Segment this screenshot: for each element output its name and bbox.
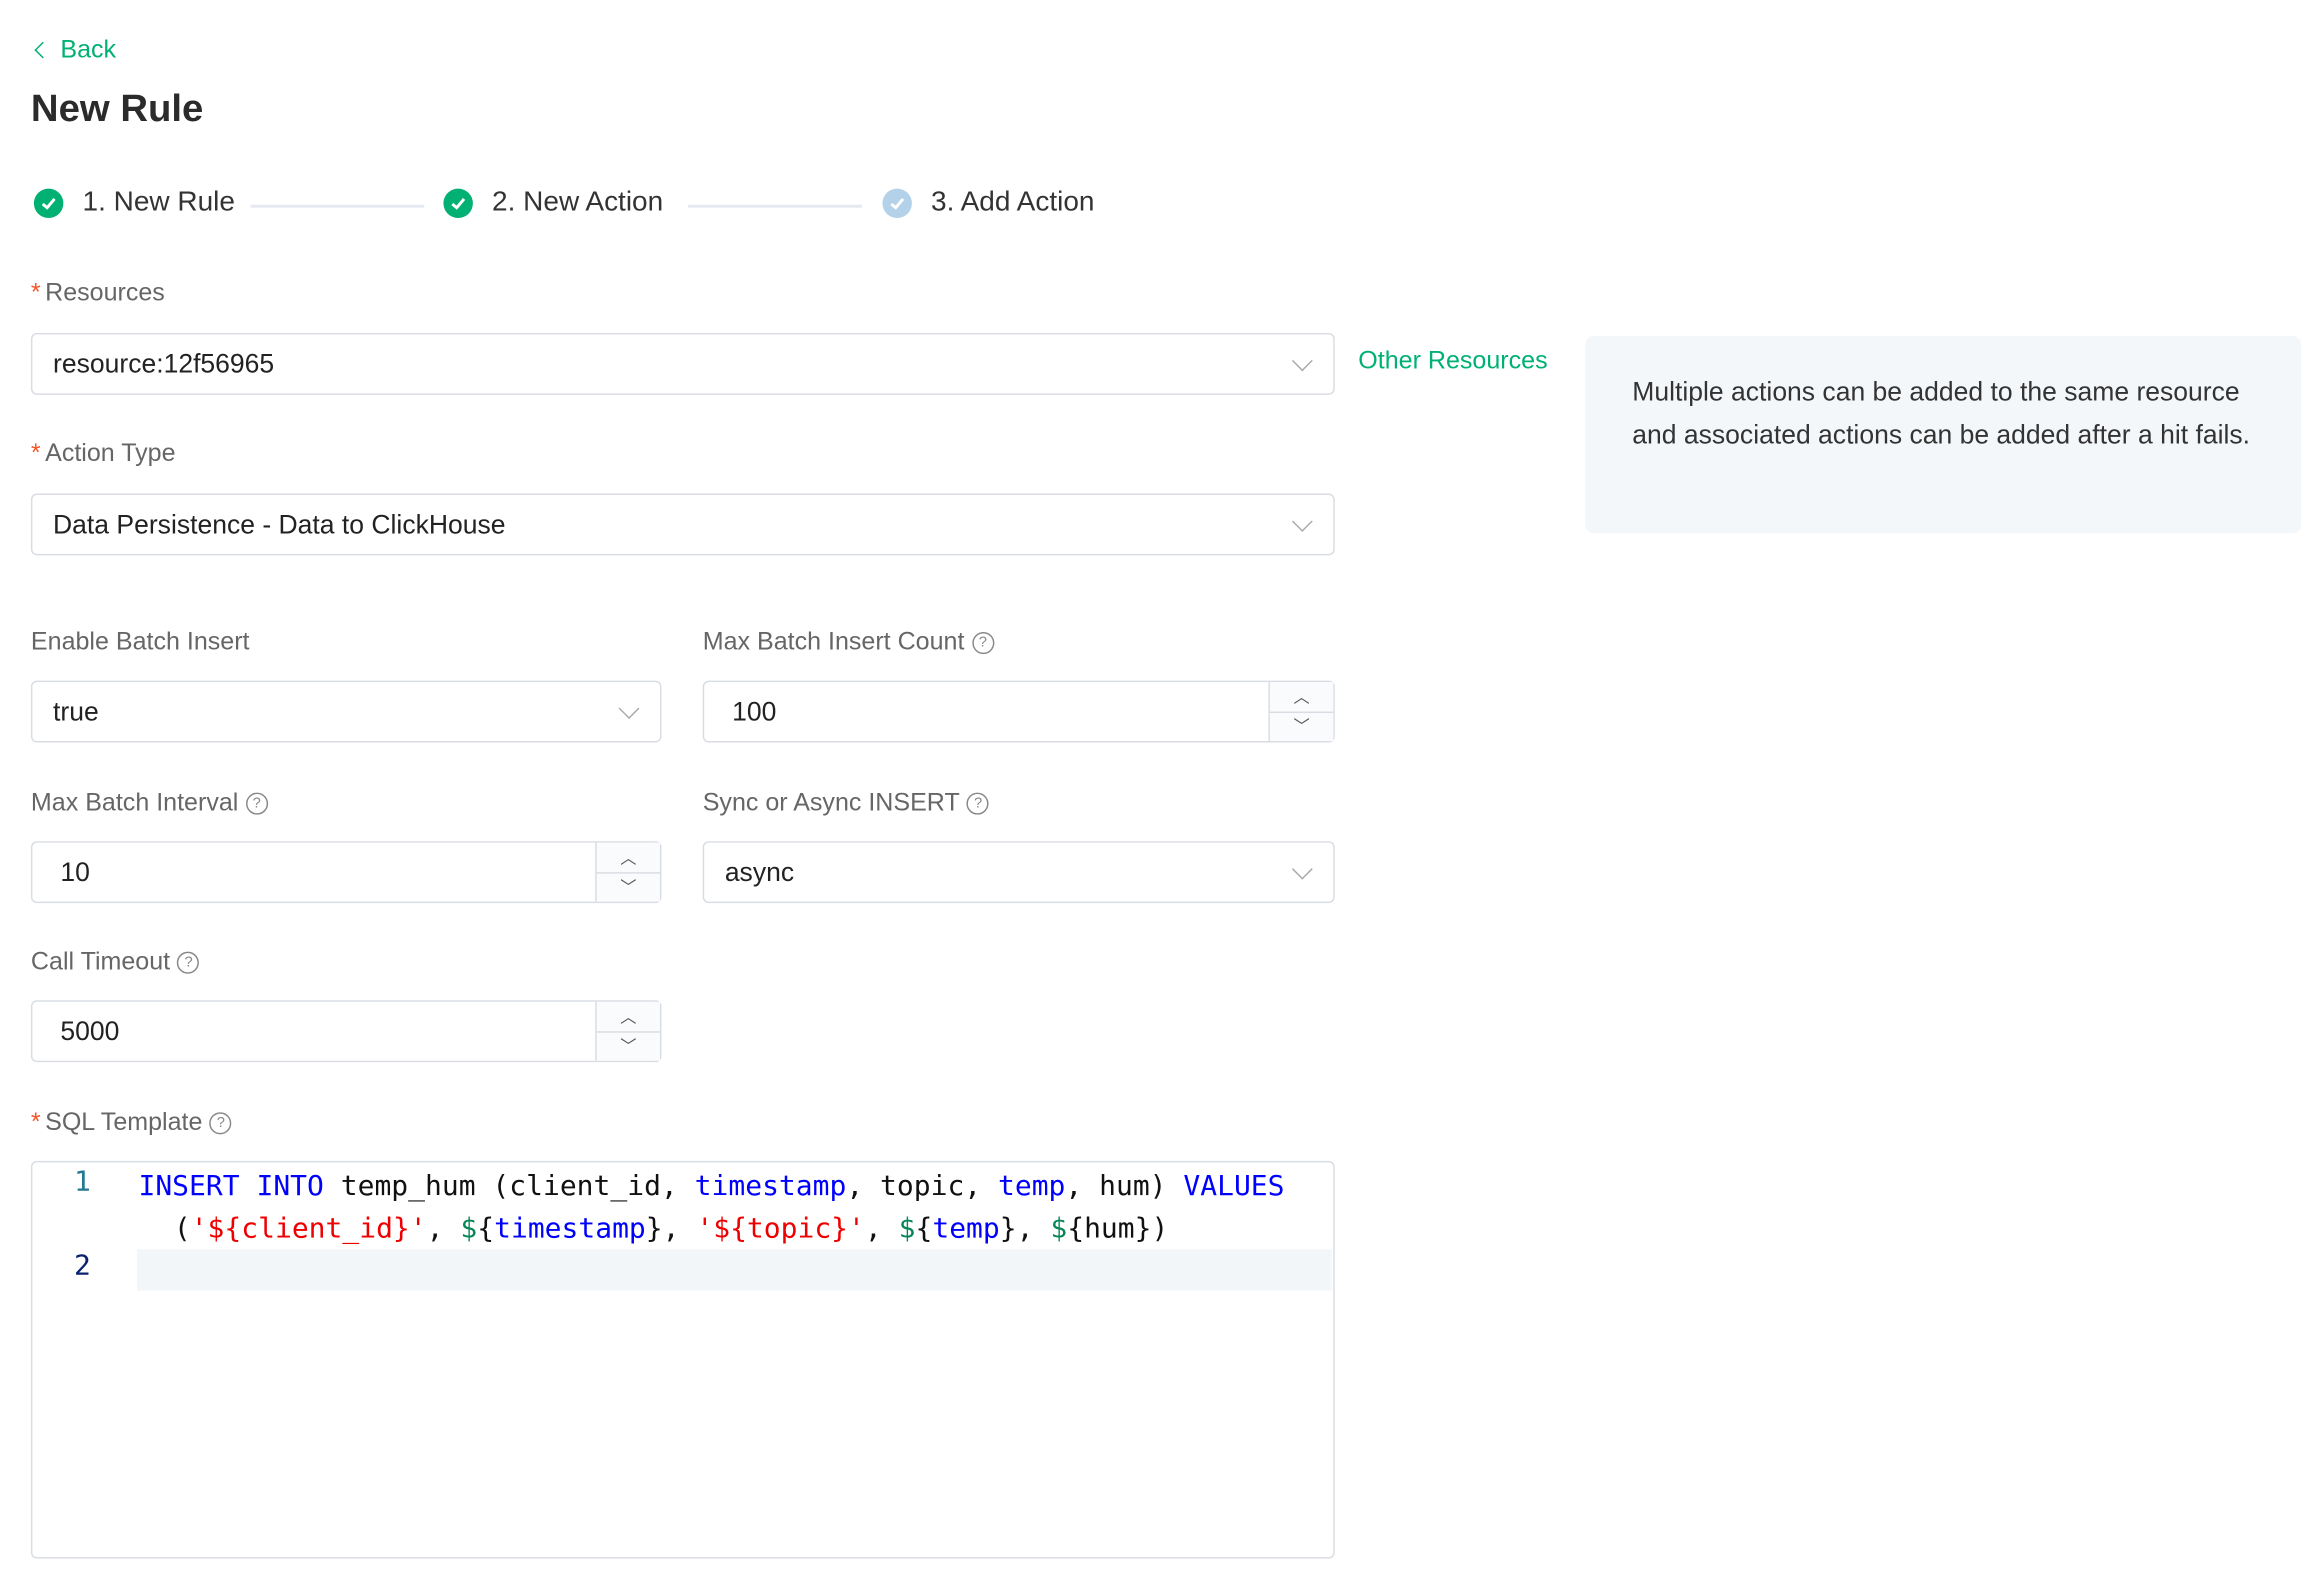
call-timeout-input[interactable]: 5000 ︿ ﹀ [30,1000,662,1063]
page-title: New Rule [30,85,204,130]
number-stepper: ︿ ﹀ [1268,682,1334,742]
step-label: 3. Add Action [931,187,1095,219]
other-resources-link[interactable]: Other Resources [1358,346,1547,375]
required-asterisk: * [30,278,41,307]
help-icon[interactable]: ? [967,791,990,814]
sql-token: VALUES [1183,1169,1285,1203]
back-link[interactable]: Back [32,35,116,64]
number-stepper: ︿ ﹀ [595,842,660,902]
sql-token: INTO [256,1169,324,1203]
resources-select[interactable]: resource:12f56965 [30,332,1335,395]
chevron-down-icon [1291,350,1313,372]
info-tip: Multiple actions can be added to the sam… [1585,335,2302,534]
sql-token: INSERT [138,1169,240,1203]
step-new-action: 2. New Action [443,187,663,219]
help-icon[interactable]: ? [209,1111,232,1134]
sql-token: , [864,1211,899,1245]
enable-batch-insert-select[interactable]: true [30,680,662,743]
sync-async-insert-label: Sync or Async INSERT? [703,788,990,817]
resources-label: * Resources [30,278,165,307]
sql-token: temp [932,1211,1000,1245]
increment-button[interactable]: ︿ [596,1002,660,1032]
sql-token: $ [898,1211,916,1245]
check-circle-icon [882,188,912,219]
back-label: Back [60,35,117,64]
active-line-highlight [137,1249,1332,1291]
help-icon[interactable]: ? [245,791,268,814]
sql-template-label: * SQL Template? [31,1108,232,1137]
decrement-button[interactable]: ﹀ [597,873,660,902]
line-number: 1 [74,1165,91,1198]
sql-template-editor[interactable]: 1 2 INSERT INTO temp_hum (client_id, tim… [30,1160,1335,1559]
line-number: 2 [74,1249,91,1282]
new-rule-page: Back New Rule 1. New Rule 2. New Action … [0,0,2310,1587]
check-circle-icon [33,188,64,219]
sql-token: { [477,1211,495,1245]
enable-batch-insert-label: Enable Batch Insert [30,627,250,656]
sql-token: timestamp [694,1169,847,1203]
sync-async-insert-select[interactable]: async [702,841,1335,904]
call-timeout-label: Call Timeout? [31,947,200,976]
help-icon[interactable]: ? [177,950,200,974]
chevron-down-icon [1291,511,1313,532]
chevron-left-icon [34,41,52,59]
action-type-select[interactable]: Data Persistence - Data to ClickHouse [30,493,1335,556]
sql-token: }, [645,1211,697,1245]
step-connector [250,204,425,208]
sql-token: {hum}) [1067,1211,1169,1245]
increment-button[interactable]: ︿ [1269,682,1334,713]
max-batch-insert-count-label: Max Batch Insert Count? [703,628,994,657]
number-stepper: ︿ ﹀ [595,1001,660,1061]
sql-token: , topic, [846,1169,999,1203]
sql-token: , hum) [1065,1169,1184,1203]
sql-token: temp [998,1169,1066,1203]
step-label: 2. New Action [492,187,664,219]
sql-token: '${topic}' [696,1211,865,1245]
sql-token: $ [460,1211,478,1245]
chevron-down-icon [1291,858,1313,880]
sql-token: , [426,1211,461,1245]
step-connector [687,204,862,208]
chevron-down-icon [618,698,640,720]
help-icon[interactable]: ? [971,631,994,654]
decrement-button[interactable]: ﹀ [1270,712,1333,741]
code-line: INSERT INTO temp_hum (client_id, timesta… [138,1165,1331,1249]
decrement-button[interactable]: ﹀ [597,1032,660,1061]
max-batch-interval-input[interactable]: 10 ︿ ﹀ [30,841,662,904]
sql-token: temp_hum (client_id, [323,1169,695,1203]
sql-token: '${client_id}' [190,1211,427,1245]
check-circle-icon [443,188,473,219]
sql-token: { [915,1211,933,1245]
sql-token: }, [999,1211,1051,1245]
sql-token: timestamp [494,1211,646,1245]
max-batch-interval-label: Max Batch Interval? [31,788,268,817]
sql-token: $ [1050,1211,1068,1245]
step-label: 1. New Rule [82,187,235,219]
increment-button[interactable]: ︿ [596,843,660,873]
step-add-action: 3. Add Action [882,187,1094,219]
step-new-rule: 1. New Rule [33,187,235,219]
action-type-label: * Action Type [30,439,176,468]
max-batch-insert-count-input[interactable]: 100 ︿ ﹀ [702,680,1335,743]
